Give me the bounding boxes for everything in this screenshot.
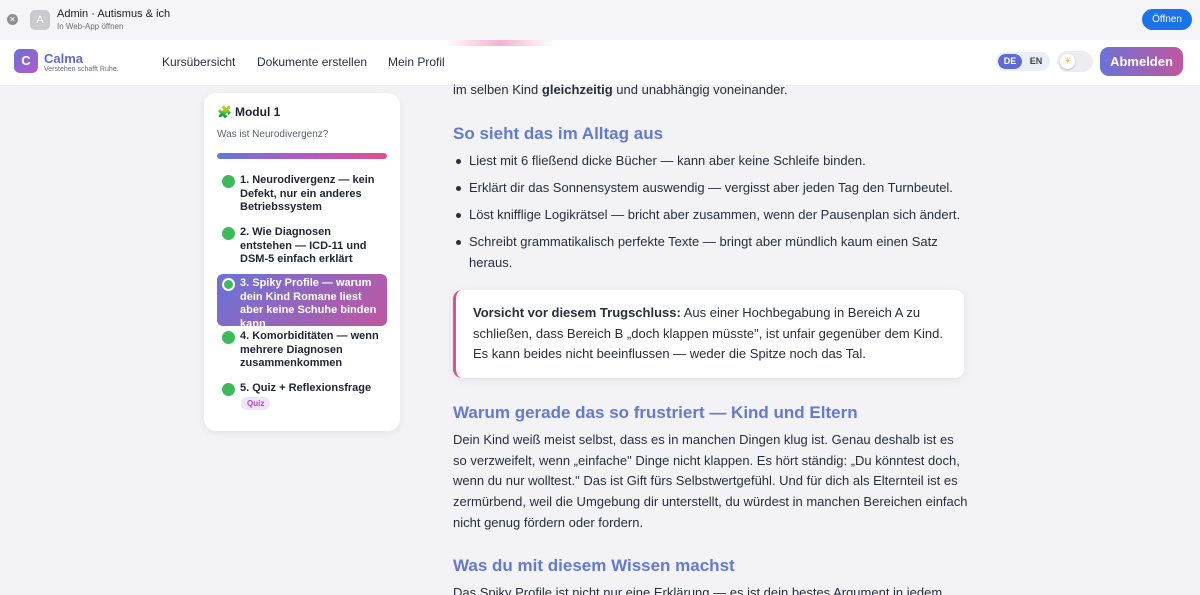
brand-name[interactable]: Calma — [44, 51, 83, 66]
lesson-complete-icon — [222, 227, 235, 240]
heading-wissen: Was du mit diesem Wissen machst — [453, 556, 735, 575]
list-item: Löst knifflige Logikrätsel — bricht aber… — [456, 205, 968, 226]
list-item-text: Löst knifflige Logikrätsel — bricht aber… — [469, 207, 961, 222]
lesson-label: 1. Neurodivergenz — kein Defekt, nur ein… — [240, 174, 375, 213]
lesson-item-4[interactable]: 4. Komorbiditäten — wenn mehrere Diagnos… — [217, 327, 387, 373]
module-title-text: Modul 1 — [234, 105, 281, 119]
warning-callout: Vorsicht vor diesem Trugschluss: Aus ein… — [453, 290, 964, 378]
list-item-text: Erklärt dir das Sonnensystem auswendig —… — [469, 180, 953, 195]
callout-bold: Vorsicht vor diesem Trugschluss: — [473, 305, 681, 320]
lesson-complete-icon — [222, 175, 235, 188]
lang-de-button[interactable]: DE — [998, 54, 1022, 69]
lesson-item-1[interactable]: 1. Neurodivergenz — kein Defekt, nur ein… — [217, 171, 387, 217]
nav-kursuebersicht[interactable]: Kursübersicht — [162, 55, 235, 69]
module-sidebar: 🧩 Modul 1 Was ist Neurodivergenz? 1. Neur… — [204, 93, 400, 431]
theme-toggle[interactable]: ☀ — [1057, 51, 1093, 72]
list-item: Erklärt dir das Sonnensystem auswendig —… — [456, 178, 968, 199]
sun-icon: ☀ — [1060, 54, 1075, 69]
lesson-label: 3. Spiky Profile — warum dein Kind Roman… — [240, 277, 377, 330]
intro-bold: gleichzeitig — [541, 82, 613, 97]
list-item: Schreibt grammatikalisch perfekte Texte … — [456, 232, 968, 273]
open-in-app-button[interactable]: Öffnen — [1142, 9, 1192, 30]
nav-mein-profil[interactable]: Mein Profil — [388, 55, 445, 69]
nav-dokumente-erstellen[interactable]: Dokumente erstellen — [257, 55, 367, 69]
lesson-current-icon — [222, 278, 235, 291]
lang-en-button[interactable]: EN — [1026, 54, 1046, 69]
bullet-dot — [456, 240, 461, 245]
paragraph-wissen: Das Spiky Profile ist nicht nur eine Erk… — [453, 585, 943, 595]
module-subtitle: Was ist Neurodivergenz? — [217, 129, 329, 140]
bullet-dot — [456, 213, 461, 218]
language-switch: DE EN — [996, 52, 1050, 71]
paragraph-frustriert: Dein Kind weiß meist selbst, dass es in … — [453, 432, 968, 530]
heading-alltag: So sieht das im Alltag aus — [453, 124, 664, 143]
webapp-banner: ✕ A Admin · Autismus & ich In Web-App öf… — [0, 0, 1200, 40]
list-item-text: Schreibt grammatikalisch perfekte Texte … — [469, 234, 938, 270]
heading-frustriert: Warum gerade das so frustriert — Kind un… — [453, 403, 858, 422]
banner-title: Admin · Autismus & ich — [57, 8, 171, 20]
header-accent — [445, 40, 555, 46]
list-item: Liest mit 6 fließend dicke Bücher — kann… — [456, 151, 968, 172]
bullet-dot — [456, 159, 461, 164]
logout-button[interactable]: Abmelden — [1100, 47, 1183, 76]
module-progress-bar — [217, 153, 387, 159]
close-icon[interactable]: ✕ — [7, 14, 18, 25]
brand-tagline: Verstehen schafft Ruhe. — [44, 66, 119, 73]
intro-paragraph: im selben Kind gleichzeitig und unabhäng… — [453, 80, 968, 101]
lesson-label: 2. Wie Diagnosen entstehen — ICD-11 und … — [240, 226, 367, 265]
module-title: 🧩 Modul 1 — [217, 105, 280, 119]
list-item-text: Liest mit 6 fließend dicke Bücher — kann… — [469, 153, 866, 168]
lesson-label: 5. Quiz + Reflexionsfrage — [240, 382, 372, 394]
intro-prefix: im selben Kind — [453, 82, 542, 97]
puzzle-icon: 🧩 — [217, 105, 232, 119]
lesson-item-2[interactable]: 2. Wie Diagnosen entstehen — ICD-11 und … — [217, 223, 387, 269]
banner-subtitle: In Web-App öffnen — [57, 22, 124, 31]
bullet-dot — [456, 186, 461, 191]
lesson-label: 4. Komorbiditäten — wenn mehrere Diagnos… — [240, 330, 379, 369]
lesson-item-3[interactable]: 3. Spiky Profile — warum dein Kind Roman… — [217, 274, 387, 330]
app-icon: A — [30, 10, 50, 30]
callout-text: Vorsicht vor diesem Trugschluss: Aus ein… — [473, 303, 953, 365]
lesson-complete-icon — [222, 383, 235, 396]
intro-suffix: und unabhängig voneinander. — [612, 82, 788, 97]
quiz-badge: Quiz — [241, 397, 271, 410]
lesson-complete-icon — [222, 331, 235, 344]
module-progress-fill — [217, 153, 387, 159]
logo-icon[interactable]: C — [14, 49, 38, 73]
